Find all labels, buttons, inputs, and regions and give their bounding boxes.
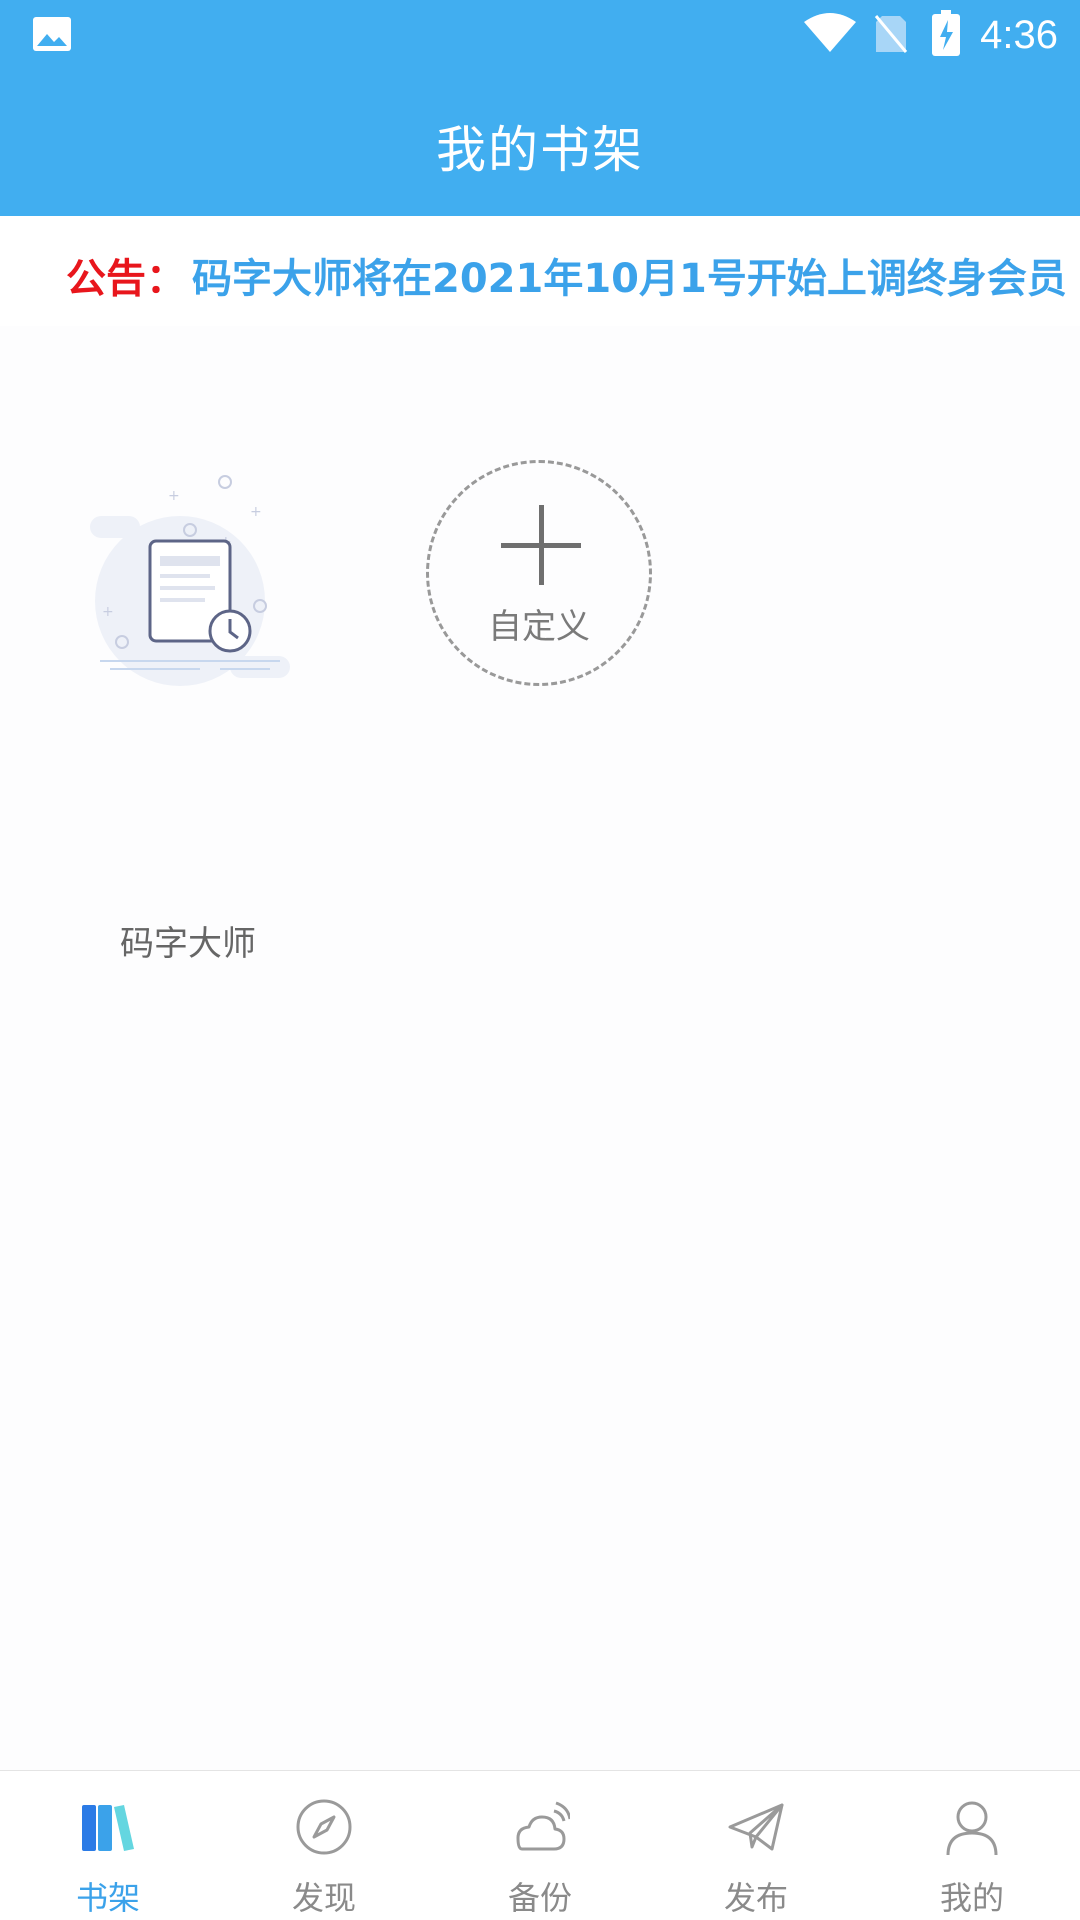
cloud-backup-icon bbox=[516, 1801, 570, 1851]
app-screen: 4:36 我的书架 公告： 码字大师将在2021年10月1号开始上调终身会员 +… bbox=[0, 0, 1080, 1920]
paper-plane-icon bbox=[728, 1803, 784, 1851]
tab-backup-label: 备份 bbox=[507, 1879, 572, 1917]
bookshelf-icon bbox=[82, 1805, 134, 1851]
svg-text:+: + bbox=[102, 604, 114, 620]
tab-publish-label: 发布 bbox=[723, 1879, 788, 1917]
tab-bookshelf[interactable]: 书架 bbox=[0, 1771, 216, 1920]
tab-profile[interactable]: 我的 bbox=[864, 1771, 1080, 1920]
plus-icon bbox=[501, 505, 581, 585]
wifi-icon bbox=[804, 13, 856, 52]
battery-charging-icon bbox=[932, 10, 960, 56]
announcement-banner[interactable]: 公告： 码字大师将在2021年10月1号开始上调终身会员 bbox=[0, 216, 1080, 326]
announcement-text: 码字大师将在2021年10月1号开始上调终身会员 bbox=[192, 256, 1067, 302]
announcement-label: 公告： bbox=[66, 256, 186, 302]
title-bar: 我的书架 bbox=[0, 70, 1080, 216]
bottom-navigation: 书架 发现 备份 发布 我的 bbox=[0, 1770, 1080, 1920]
svg-text:+: + bbox=[250, 504, 262, 520]
svg-text:+: + bbox=[168, 488, 180, 504]
document-clock-icon: + + + + bbox=[90, 475, 290, 686]
add-custom-label: 自定义 bbox=[488, 607, 590, 647]
tab-discover[interactable]: 发现 bbox=[216, 1771, 432, 1920]
book-item[interactable]: + + + + 码字大师 bbox=[80, 456, 310, 964]
page-title: 我的书架 bbox=[436, 121, 644, 179]
tab-discover-label: 发现 bbox=[291, 1879, 356, 1917]
add-custom-button[interactable]: 自定义 bbox=[426, 460, 652, 686]
no-sim-icon bbox=[874, 15, 908, 53]
tab-publish[interactable]: 发布 bbox=[648, 1771, 864, 1920]
tab-profile-label: 我的 bbox=[939, 1879, 1004, 1917]
tab-bookshelf-label: 书架 bbox=[75, 1879, 140, 1917]
status-bar: 4:36 bbox=[0, 0, 1080, 70]
status-time: 4:36 bbox=[980, 13, 1058, 57]
bookshelf: + + + + 码字大师 自定义 bbox=[0, 326, 1080, 1770]
book-title: 码字大师 bbox=[120, 924, 256, 964]
compass-icon bbox=[296, 1799, 352, 1855]
user-icon bbox=[946, 1801, 998, 1856]
gallery-icon bbox=[33, 17, 71, 51]
tab-backup[interactable]: 备份 bbox=[432, 1771, 648, 1920]
